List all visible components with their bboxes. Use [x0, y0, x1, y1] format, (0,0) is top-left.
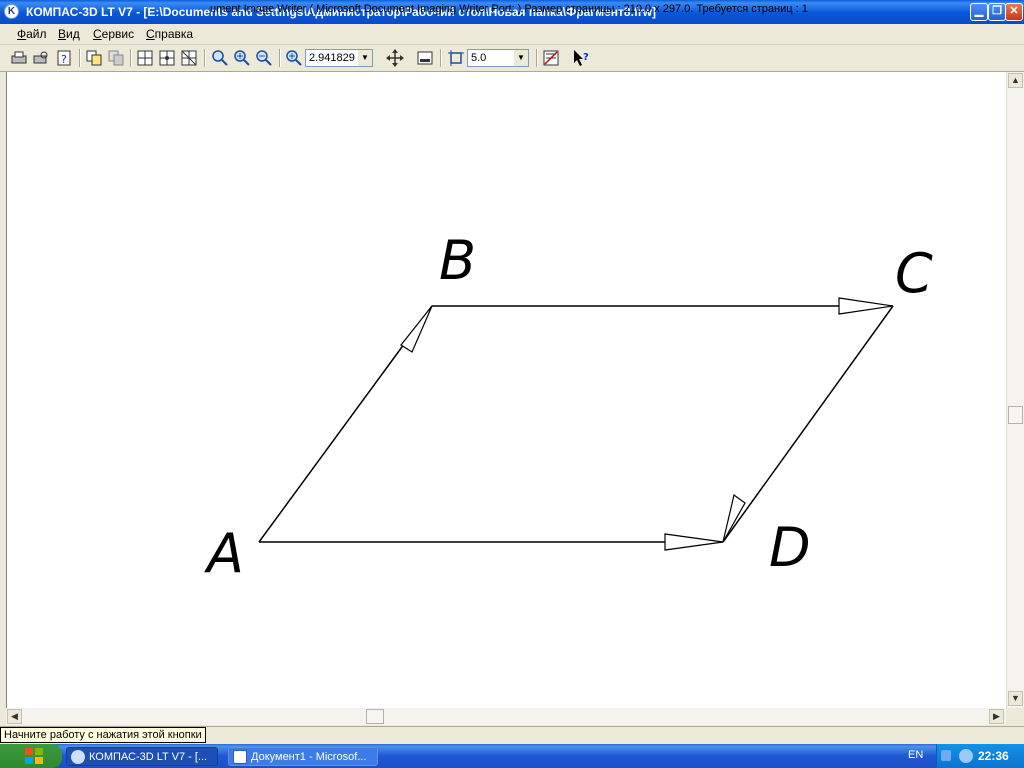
start-button-tooltip: Начните работу с нажатия этой кнопки [0, 727, 206, 743]
scroll-left-button[interactable]: ◀ [7, 709, 22, 724]
point-label-b: B [439, 229, 476, 292]
drawing-svg: A B C D [204, 229, 933, 585]
close-button[interactable]: ✕ [1005, 3, 1023, 21]
zoom-icon[interactable] [211, 49, 229, 67]
taskbar-item-kompas[interactable]: КОМПАС-3D LT V7 - [... [66, 747, 218, 766]
windows-logo-icon [25, 748, 43, 764]
scroll-down-button[interactable]: ▼ [1008, 691, 1023, 706]
zoom-scale-combobox[interactable]: 2.941829 ▼ [305, 49, 373, 67]
minimize-button[interactable]: ▁ [970, 3, 988, 21]
point-label-c: C [895, 242, 933, 305]
start-button[interactable] [0, 744, 62, 768]
scrollbar-corner [1006, 708, 1024, 725]
toolbar-separator [79, 49, 81, 67]
copy-icon[interactable] [85, 49, 103, 67]
taskbar-item-word[interactable]: Документ1 - Microsof... [228, 747, 378, 766]
menu-file[interactable]: Файл [17, 27, 47, 41]
arrowhead-ad [664, 533, 724, 551]
zoom-scale-icon[interactable] [285, 49, 303, 67]
svg-text:?: ? [61, 53, 67, 66]
toolbar-separator [279, 49, 281, 67]
svg-text:?: ? [583, 52, 589, 63]
language-indicator[interactable]: EN [908, 749, 923, 761]
help-icon[interactable]: ? [55, 49, 73, 67]
toolbar-separator [130, 49, 132, 67]
step-cursor-icon[interactable] [447, 49, 465, 67]
word-document-icon [233, 750, 247, 764]
scroll-right-button[interactable]: ▶ [989, 709, 1004, 724]
segment-cd[interactable] [722, 305, 894, 543]
arrowhead-c [838, 297, 894, 315]
tray-app-icon[interactable] [959, 749, 973, 763]
menu-service[interactable]: Сервис [93, 27, 134, 41]
toolbar-separator [204, 49, 206, 67]
arrowhead-b [400, 305, 433, 353]
horizontal-scrollbar[interactable]: ◀ ▶ [6, 708, 1006, 725]
arrowhead-d [722, 493, 746, 543]
status-text: ument Image Writer ( Microsoft Document … [210, 3, 808, 15]
printer-icon[interactable] [10, 49, 28, 67]
zoom-out-icon[interactable] [255, 49, 273, 67]
window-icon[interactable] [416, 49, 434, 67]
cursor-step-value: 5.0 [471, 52, 487, 64]
kompas-app-icon[interactable]: K [4, 4, 19, 19]
tray-collapse-icon[interactable] [941, 750, 951, 761]
scroll-up-button[interactable]: ▲ [1008, 73, 1023, 88]
point-label-d: D [769, 516, 811, 579]
kompas-app-icon [71, 750, 85, 764]
clock[interactable]: 22:36 [978, 749, 1009, 763]
taskbar-item-label: Документ1 - Microsof... [251, 751, 367, 763]
chevron-down-icon[interactable]: ▼ [358, 50, 372, 66]
pan-icon[interactable] [386, 49, 404, 67]
grid-window-icon[interactable] [180, 49, 198, 67]
restore-button[interactable]: ❐ [988, 3, 1006, 21]
toolbar-separator [536, 49, 538, 67]
zoom-scale-value: 2.941829 [309, 52, 355, 64]
context-help-icon[interactable]: ? [572, 49, 590, 67]
vertical-scrollbar[interactable]: ▲ ▼ [1006, 72, 1024, 708]
menu-help[interactable]: Справка [146, 27, 193, 41]
menu-view[interactable]: Вид [58, 27, 80, 41]
library-icon[interactable] [542, 49, 560, 67]
cursor-step-combobox[interactable]: 5.0 ▼ [467, 49, 529, 67]
grid-snap-icon[interactable] [158, 49, 176, 67]
zoom-in-icon[interactable] [233, 49, 251, 67]
toolbar-separator [440, 49, 442, 67]
grid-icon[interactable] [136, 49, 154, 67]
taskbar-item-label: КОМПАС-3D LT V7 - [... [89, 751, 208, 763]
print-preview-icon[interactable] [32, 49, 50, 67]
paste-icon[interactable] [107, 49, 125, 67]
horizontal-scroll-thumb[interactable] [366, 709, 384, 724]
point-label-a: A [204, 522, 244, 585]
drawing-canvas[interactable]: A B C D [6, 72, 1007, 708]
vertical-scroll-thumb[interactable] [1008, 406, 1023, 424]
chevron-down-icon[interactable]: ▼ [514, 50, 528, 66]
